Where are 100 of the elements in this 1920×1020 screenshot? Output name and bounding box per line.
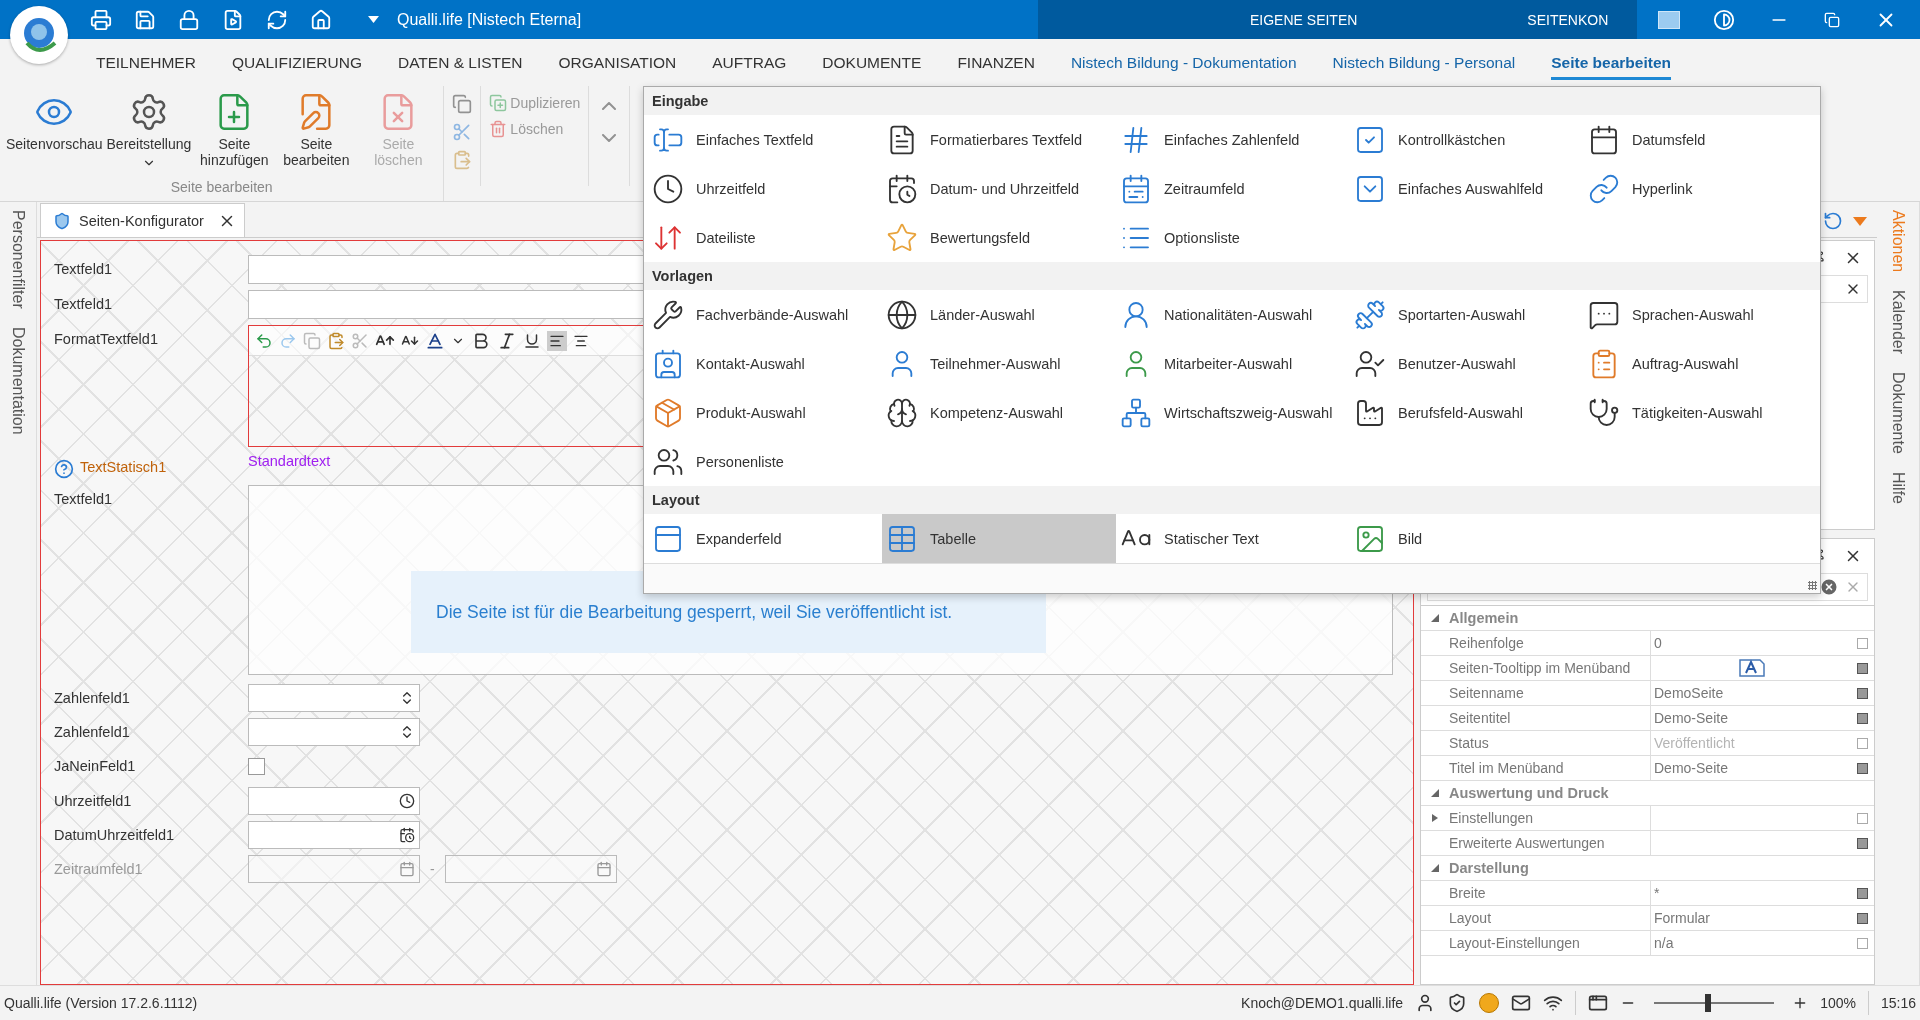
property-name: Titel im Menüband: [1449, 756, 1651, 781]
palette-item[interactable]: Expanderfeld: [648, 514, 882, 563]
palette-item[interactable]: Einfaches Auswahlfeld: [1350, 164, 1584, 213]
property-name: Layout: [1449, 906, 1651, 931]
palette-item[interactable]: Personenliste: [648, 437, 882, 486]
property-name: Erweiterte Auswertungen: [1449, 831, 1651, 856]
ribbon-button[interactable]: Bereitstellung: [104, 86, 194, 179]
menu-tab[interactable]: TEILNEHMER: [96, 45, 196, 80]
palette-item[interactable]: Nationalitäten-Auswahl: [1116, 290, 1350, 339]
menu-tab[interactable]: DOKUMENTE: [822, 45, 922, 80]
document-tab[interactable]: Seiten-Konfigurator: [40, 203, 245, 237]
window-title: Qualli.life [Nistech Eterna]: [397, 10, 582, 29]
field-label: JaNeinFeld1: [54, 757, 137, 776]
field-label: Textfeld1: [54, 295, 114, 314]
palette-item[interactable]: Datum- und Uhrzeitfeld: [882, 164, 1116, 213]
property-value: *: [1651, 881, 1850, 906]
side-tab[interactable]: Personenfilter: [9, 210, 27, 309]
palette-item[interactable]: Länder-Auswahl: [882, 290, 1116, 339]
property-value: Veröffentlicht: [1651, 731, 1850, 756]
palette-item[interactable]: Einfaches Zahlenfeld: [1116, 115, 1350, 164]
property-name: Seiten-Tooltipp im Menüband: [1449, 656, 1651, 681]
palette-item[interactable]: Benutzer-Auswahl: [1350, 339, 1584, 388]
property-category: Auswertung und Druck: [1449, 785, 1609, 801]
menu-tab[interactable]: Nistech Bildung - Dokumentation: [1070, 45, 1297, 80]
palette-item[interactable]: Wirtschaftszweig-Auswahl: [1116, 388, 1350, 437]
user-text: Knoch@DEMO1.qualli.life: [1241, 995, 1404, 1011]
palette-item[interactable]: Datumsfeld: [1584, 115, 1818, 164]
menu-tab[interactable]: DATEN & LISTEN: [397, 45, 523, 80]
palette-item[interactable]: Statischer Text: [1116, 514, 1350, 563]
side-tab[interactable]: Hilfe: [1889, 472, 1907, 505]
version-text: Qualli.life (Version 17.2.6.1112): [4, 995, 198, 1011]
group-label: Seite bearbeiten: [169, 179, 274, 197]
context-title: SEITENKON: [1527, 11, 1609, 28]
palette-item[interactable]: Sprachen-Auswahl: [1584, 290, 1818, 339]
palette-item[interactable]: Zeitraumfeld: [1116, 164, 1350, 213]
menu-tab[interactable]: Seite bearbeiten: [1551, 45, 1671, 80]
property-value: Demo-Seite: [1651, 706, 1850, 731]
section-header: Vorlagen: [644, 262, 1820, 290]
menu-tab[interactable]: QUALIFIZIERUNG: [231, 45, 362, 80]
palette-item[interactable]: Fachverbände-Auswahl: [648, 290, 882, 339]
range-separator: -: [430, 861, 435, 877]
palette-item[interactable]: Uhrzeitfeld: [648, 164, 882, 213]
field-label: DatumUhrzeitfeld1: [54, 826, 176, 845]
property-name: Seitenname: [1449, 681, 1651, 706]
field-label: FormatTextfeld1: [54, 330, 159, 349]
menu-tab[interactable]: FINANZEN: [957, 45, 1035, 80]
property-value: Formular: [1651, 906, 1850, 931]
ribbon-button[interactable]: Seitenvorschau: [4, 86, 105, 179]
palette-item[interactable]: Einfaches Textfeld: [648, 115, 882, 164]
zoom-reading: 100%: [1820, 995, 1856, 1011]
palette-item[interactable]: Kontrollkästchen: [1350, 115, 1584, 164]
property-value: 0: [1651, 631, 1850, 656]
section-header: Layout: [644, 486, 1820, 514]
palette-item[interactable]: Teilnehmer-Auswahl: [882, 339, 1116, 388]
property-value: Demo-Seite: [1651, 756, 1850, 781]
field-label: Zeitraumfeld1: [54, 860, 144, 879]
property-name: Status: [1449, 731, 1651, 756]
tab-title: Seiten-Konfigurator: [79, 212, 205, 229]
palette-item[interactable]: Kompetenz-Auswahl: [882, 388, 1116, 437]
palette-item[interactable]: Sportarten-Auswahl: [1350, 290, 1584, 339]
property-name: Reihenfolge: [1449, 631, 1651, 656]
ribbon-button[interactable]: Seite bearbeiten: [275, 86, 358, 179]
palette-item[interactable]: Auftrag-Auswahl: [1584, 339, 1818, 388]
property-name: Layout-Einstellungen: [1449, 931, 1651, 956]
side-tab[interactable]: Dokumentation: [9, 326, 27, 435]
menu-tab[interactable]: Nistech Bildung - Personal: [1332, 45, 1516, 80]
clock-time: 15:16: [1880, 995, 1916, 1011]
side-tab[interactable]: Dokumente: [1889, 372, 1907, 455]
field-label: Uhrzeitfeld1: [54, 792, 133, 811]
palette-item[interactable]: Bild: [1350, 514, 1584, 563]
palette-item[interactable]: Produkt-Auswahl: [648, 388, 882, 437]
static-text: Standardtext: [248, 452, 331, 471]
property-category: Allgemein: [1449, 610, 1519, 626]
palette-item[interactable]: Bewertungsfeld: [882, 213, 1116, 262]
property-name: Breite: [1449, 881, 1651, 906]
palette-item[interactable]: Tätigkeiten-Auswahl: [1584, 388, 1818, 437]
palette-item[interactable]: Mitarbeiter-Auswahl: [1116, 339, 1350, 388]
property-value: DemoSeite: [1651, 681, 1850, 706]
palette-item[interactable]: Kontakt-Auswahl: [648, 339, 882, 388]
property-category: Darstellung: [1449, 860, 1529, 876]
property-name: Einstellungen: [1449, 806, 1651, 831]
context-title: EIGENE SEITEN: [1250, 11, 1358, 28]
palette-item[interactable]: Optionsliste: [1116, 213, 1350, 262]
palette-item[interactable]: Tabelle: [882, 514, 1116, 563]
ribbon-button[interactable]: Seite hinzufügen: [193, 86, 276, 179]
field-label: Textfeld1: [54, 260, 114, 279]
side-tab[interactable]: Kalender: [1889, 290, 1907, 355]
field-label: TextStatisch1: [80, 459, 167, 475]
property-value: n/a: [1651, 931, 1850, 956]
palette-item[interactable]: Formatierbares Textfeld: [882, 115, 1116, 164]
field-label: Zahlenfeld1: [54, 689, 131, 708]
field-label: Zahlenfeld1: [54, 723, 131, 742]
menu-tab[interactable]: AUFTRAG: [712, 45, 787, 80]
palette-item[interactable]: Hyperlink: [1584, 164, 1818, 213]
palette-item[interactable]: Berufsfeld-Auswahl: [1350, 388, 1584, 437]
property-name: Seitentitel: [1449, 706, 1651, 731]
field-label: Textfeld1: [54, 490, 114, 509]
palette-item[interactable]: Dateiliste: [648, 213, 882, 262]
menu-tab[interactable]: ORGANISATION: [558, 45, 677, 80]
section-header: Eingabe: [644, 87, 1820, 115]
